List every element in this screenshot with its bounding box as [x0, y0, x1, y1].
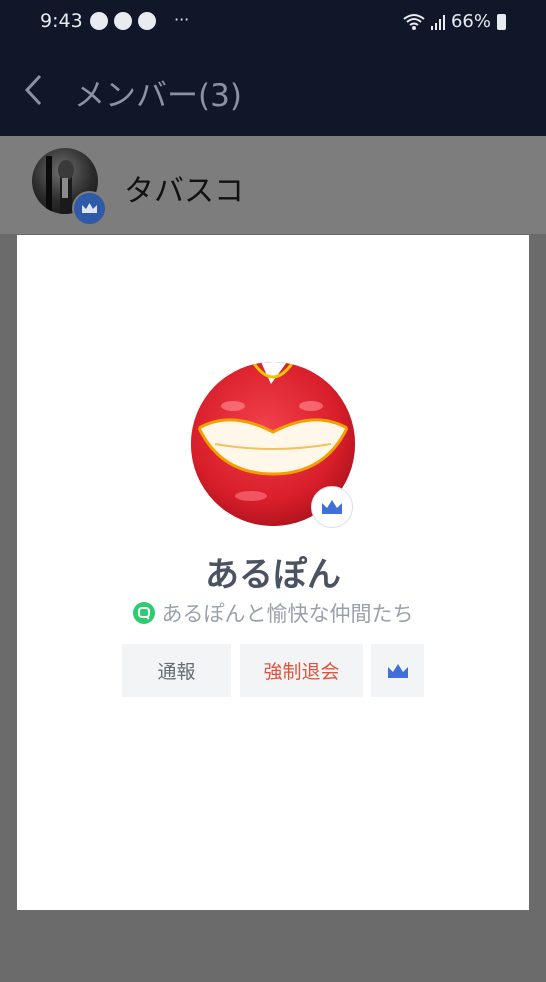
openchat-icon — [132, 602, 155, 624]
line-notification-icon — [138, 12, 156, 30]
notification-icons: ··· — [90, 12, 189, 30]
battery-percent: 66% — [450, 11, 491, 32]
grant-admin-button[interactable] — [371, 644, 424, 697]
more-notifications-icon: ··· — [174, 10, 190, 29]
status-bar: 9:43 ··· 66% — [0, 0, 546, 44]
back-icon[interactable] — [20, 72, 52, 108]
signal-icon — [430, 14, 445, 30]
kick-button[interactable]: 強制退会 — [240, 644, 363, 697]
app-header: メンバー(3) — [0, 44, 546, 136]
wifi-icon — [403, 13, 425, 30]
notification-icon — [114, 12, 132, 30]
battery-icon — [497, 13, 506, 30]
member-name: タバスコ — [124, 174, 244, 209]
group-name: あるぽんと愉快な仲間たち — [161, 602, 414, 626]
crown-badge-icon — [72, 191, 107, 226]
profile-name: あるぽん — [205, 555, 341, 595]
page-title: メンバー(3) — [74, 78, 242, 114]
status-time: 9:43 — [40, 10, 83, 32]
crown-badge-icon — [311, 486, 353, 528]
profile-dialog: あるぽん あるぽんと愉快な仲間たち 通報 強制退会 — [17, 235, 529, 910]
group-info: あるぽんと愉快な仲間たち — [17, 598, 529, 628]
report-button[interactable]: 通報 — [122, 644, 231, 697]
status-right: 66% — [403, 11, 506, 32]
crown-icon — [387, 663, 408, 678]
notification-icon — [90, 12, 108, 30]
member-list-item[interactable]: タバスコ — [0, 136, 546, 234]
